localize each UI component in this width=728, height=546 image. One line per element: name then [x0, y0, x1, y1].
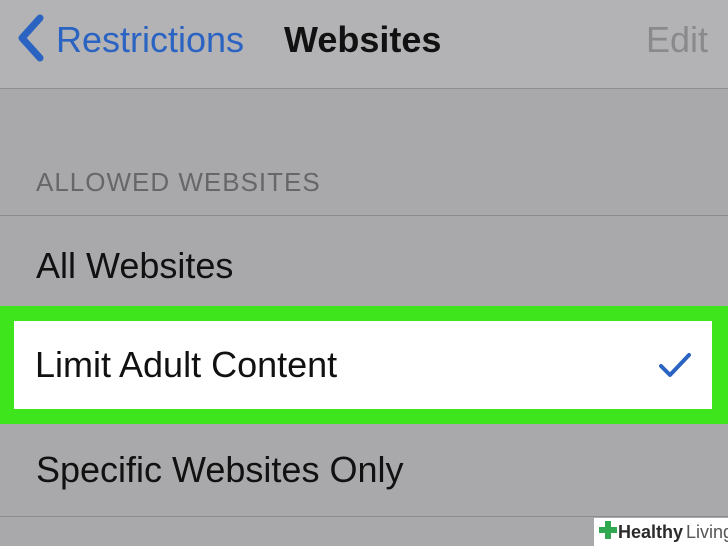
watermark-brand-light: Living	[686, 521, 728, 542]
option-label: Specific Websites Only	[36, 449, 404, 490]
section-header: ALLOWED WEBSITES	[36, 167, 321, 197]
back-button[interactable]: Restrictions	[14, 14, 244, 66]
navigation-bar: Restrictions Websites Edit	[0, 0, 728, 89]
edit-button[interactable]: Edit	[646, 14, 708, 66]
option-label: All Websites	[36, 245, 234, 286]
chevron-left-icon	[14, 12, 48, 69]
cross-icon	[598, 520, 618, 545]
option-all-websites[interactable]: All Websites	[0, 216, 728, 306]
back-button-label: Restrictions	[56, 19, 245, 60]
divider	[0, 516, 728, 517]
option-limit-adult-content[interactable]: Limit Adult Content	[14, 321, 712, 409]
checkmark-icon	[658, 351, 692, 379]
option-specific-websites-only[interactable]: Specific Websites Only	[0, 424, 728, 516]
watermark-logo: Healthy Living	[594, 518, 728, 546]
watermark-brand-bold: Healthy	[618, 521, 684, 542]
page-title: Websites	[284, 19, 442, 60]
option-label: Limit Adult Content	[35, 344, 338, 385]
